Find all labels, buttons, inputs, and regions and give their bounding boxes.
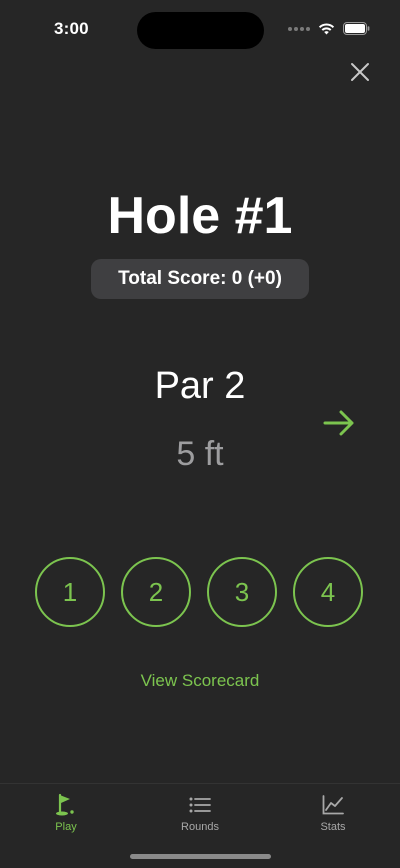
battery-icon <box>343 22 370 35</box>
close-icon <box>351 63 369 81</box>
tab-stats[interactable]: Stats <box>293 792 373 833</box>
golf-flag-icon <box>53 792 79 818</box>
play-screen: 3:00 Hole #1 Total Score: 0 (+0) Par 2 5… <box>0 0 400 868</box>
status-time: 3:00 <box>54 19 89 38</box>
tab-play-label: Play <box>55 821 77 833</box>
tab-rounds-label: Rounds <box>181 821 219 833</box>
cellular-signal-icon <box>288 26 310 31</box>
score-options: 1 2 3 4 <box>35 557 367 629</box>
home-indicator[interactable] <box>130 854 271 859</box>
score-button-1[interactable]: 1 <box>35 557 105 627</box>
list-icon <box>187 792 213 818</box>
wifi-icon <box>318 22 335 34</box>
tab-stats-label: Stats <box>320 821 346 833</box>
close-button[interactable] <box>346 58 374 86</box>
par-label: Par 2 <box>154 365 246 407</box>
chart-icon <box>320 792 346 818</box>
score-button-4[interactable]: 4 <box>293 557 363 627</box>
next-hole-button[interactable] <box>322 406 356 440</box>
score-button-3[interactable]: 3 <box>207 557 277 627</box>
total-score-badge: Total Score: 0 (+0) <box>91 259 309 299</box>
score-button-2[interactable]: 2 <box>121 557 191 627</box>
tab-play[interactable]: Play <box>26 792 106 833</box>
hole-title: Hole #1 <box>107 187 293 245</box>
tab-rounds[interactable]: Rounds <box>160 792 240 833</box>
status-indicators <box>288 22 370 35</box>
view-scorecard-link[interactable]: View Scorecard <box>0 671 400 691</box>
arrow-right-icon <box>323 410 354 436</box>
dynamic-island <box>137 12 264 49</box>
